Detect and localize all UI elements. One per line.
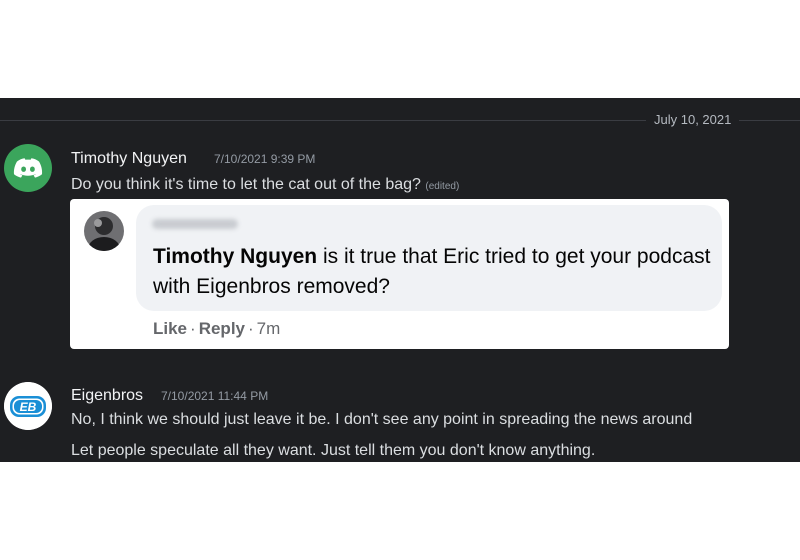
eigenbros-logo-icon: EB xyxy=(4,382,52,430)
message-text: Do you think it's time to let the cat ou… xyxy=(71,175,459,197)
action-separator: · xyxy=(248,319,254,338)
message-text-line: No, I think we should just leave it be. … xyxy=(71,411,693,428)
message-author[interactable]: Eigenbros xyxy=(71,386,143,406)
edited-label: (edited) xyxy=(425,181,460,192)
action-separator: · xyxy=(190,319,196,338)
message-body: Do you think it's time to let the cat ou… xyxy=(71,176,421,193)
commenter-avatar xyxy=(84,211,124,251)
commenter-photo-icon xyxy=(84,211,124,251)
discord-logo-icon xyxy=(13,158,43,178)
comment-bubble: Timothy Nguyen is it true that Eric trie… xyxy=(136,205,722,311)
comment-age: 7m xyxy=(256,319,281,338)
message-timestamp: 7/10/2021 11:44 PM xyxy=(161,389,269,403)
comment-actions: Like · Reply · 7m xyxy=(153,319,280,339)
image-attachment[interactable]: Timothy Nguyen is it true that Eric trie… xyxy=(70,199,729,349)
date-divider-label: July 10, 2021 xyxy=(646,112,740,128)
eigenbros-logo-letters: EB xyxy=(20,400,37,414)
comment-mention: Timothy Nguyen xyxy=(153,245,318,268)
avatar[interactable] xyxy=(4,144,52,192)
chat-channel: July 10, 2021 Timothy Nguyen 7/10/2021 9… xyxy=(0,98,800,462)
message-text-line: Let people speculate all they want. Just… xyxy=(71,442,596,459)
message-timestamp: 7/10/2021 9:39 PM xyxy=(214,152,316,166)
reply-link: Reply xyxy=(198,319,245,338)
like-link: Like xyxy=(153,319,188,338)
message-author[interactable]: Timothy Nguyen xyxy=(71,149,187,169)
redacted-commenter-name xyxy=(152,219,238,229)
avatar[interactable]: EB xyxy=(4,382,52,430)
comment-text: Timothy Nguyen is it true that Eric trie… xyxy=(153,242,713,302)
